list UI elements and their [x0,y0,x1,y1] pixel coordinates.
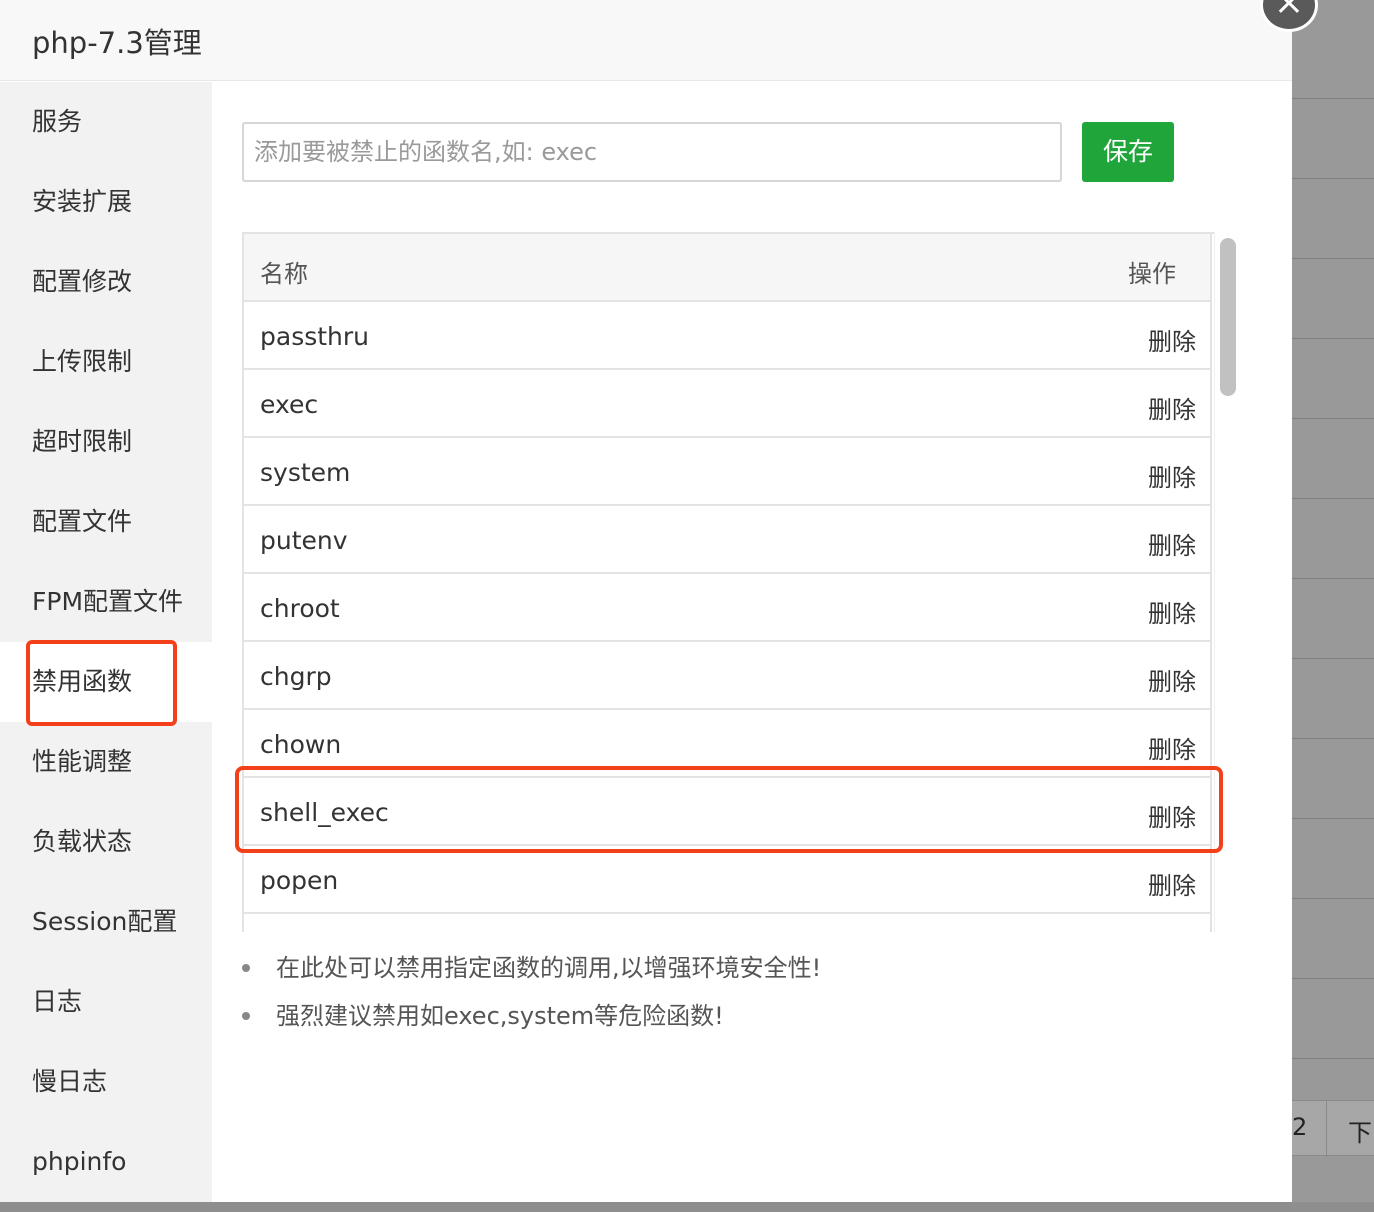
scrollbar-thumb[interactable] [1220,238,1236,396]
delete-link[interactable]: 删除 [1148,390,1196,425]
function-name: chown [260,730,342,759]
background-divider [1292,1058,1374,1059]
sidebar-item-service[interactable]: 服务 [0,82,212,162]
sidebar-item-install-extension[interactable]: 安装扩展 [0,162,212,242]
delete-link[interactable]: 删除 [1148,594,1196,629]
column-header-name: 名称 [260,260,308,288]
background-divider [1292,418,1374,419]
dialog-title: php-7.3管理 [32,26,202,60]
background-divider [1292,258,1374,259]
background-divider [1292,498,1374,499]
tip-item: 强烈建议禁用如exec,system等危险函数! [236,998,1236,1046]
sidebar-item-config-edit[interactable]: 配置修改 [0,242,212,322]
function-name: passthru [260,322,370,351]
background-page [1292,0,1374,1212]
function-name: shell_exec [260,798,389,827]
table-row: putenv 删除 [244,506,1212,574]
delete-link[interactable]: 删除 [1148,458,1196,493]
delete-link[interactable]: 删除 [1148,730,1196,765]
bullet-icon [242,1012,250,1020]
sidebar-item-config-file[interactable]: 配置文件 [0,482,212,562]
sidebar-item-log[interactable]: 日志 [0,962,212,1042]
background-divider [1292,658,1374,659]
background-bottom [0,1202,1374,1212]
bullet-icon [242,964,250,972]
function-name-input[interactable] [242,122,1062,182]
table-row: exec 删除 [244,370,1212,438]
delete-link[interactable]: 删除 [1148,798,1196,833]
delete-link[interactable]: 删除 [1148,662,1196,697]
background-pager-next[interactable]: 下 [1348,1113,1372,1148]
function-name: popen [260,866,339,895]
background-divider [1292,978,1374,979]
function-name: system [260,458,351,487]
table-row: chgrp 删除 [244,642,1212,710]
table-row: system 删除 [244,438,1212,506]
save-button[interactable]: 保存 [1082,122,1174,182]
table-row: passthru 删除 [244,302,1212,370]
background-pager-separator [1326,1101,1327,1157]
table-row: chown 删除 [244,710,1212,778]
tip-item: 在此处可以禁用指定函数的调用,以增强环境安全性! [236,950,1236,998]
sidebar-item-timeout-limit[interactable]: 超时限制 [0,402,212,482]
background-divider [1292,738,1374,739]
sidebar-item-slow-log[interactable]: 慢日志 [0,1042,212,1122]
sidebar-item-upload-limit[interactable]: 上传限制 [0,322,212,402]
background-divider [1292,98,1374,99]
sidebar: 服务 安装扩展 配置修改 上传限制 超时限制 配置文件 FPM配置文件 禁用函数… [0,82,212,1202]
sidebar-item-load-status[interactable]: 负载状态 [0,802,212,882]
table-row-partial [244,914,1212,932]
sidebar-item-performance-tuning[interactable]: 性能调整 [0,722,212,802]
sidebar-item-phpinfo[interactable]: phpinfo [0,1122,212,1202]
function-name: chgrp [260,662,332,691]
delete-link[interactable]: 删除 [1148,526,1196,561]
background-divider [1292,338,1374,339]
function-name: putenv [260,526,348,555]
table-row: chroot 删除 [244,574,1212,642]
table-border [1210,232,1212,932]
column-header-operation: 操作 [1128,260,1176,288]
table-row: shell_exec 删除 [244,778,1212,846]
tips-list: 在此处可以禁用指定函数的调用,以增强环境安全性! 强烈建议禁用如exec,sys… [236,950,1236,1046]
tip-text: 强烈建议禁用如exec,system等危险函数! [276,1002,724,1030]
function-name: exec [260,390,319,419]
background-divider [1292,578,1374,579]
sidebar-item-fpm-config-file[interactable]: FPM配置文件 [0,562,212,642]
table-row: popen 删除 [244,846,1212,914]
sidebar-item-disabled-functions[interactable]: 禁用函数 [0,642,212,722]
background-divider [1292,818,1374,819]
background-pager: 2 下 [1292,1100,1374,1157]
table-header: 名称 操作 [244,234,1212,302]
function-name: chroot [260,594,340,623]
delete-link[interactable]: 删除 [1148,866,1196,901]
delete-link[interactable]: 删除 [1148,322,1196,357]
background-pager-page[interactable]: 2 [1292,1113,1312,1141]
tip-text: 在此处可以禁用指定函数的调用,以增强环境安全性! [276,954,822,982]
disabled-functions-table: 名称 操作 passthru 删除 exec 删除 system 删除 pute… [242,232,1242,932]
dialog-header: php-7.3管理 [0,0,1292,81]
background-divider [1292,898,1374,899]
sidebar-item-session-config[interactable]: Session配置 [0,882,212,962]
background-divider [1292,178,1374,179]
